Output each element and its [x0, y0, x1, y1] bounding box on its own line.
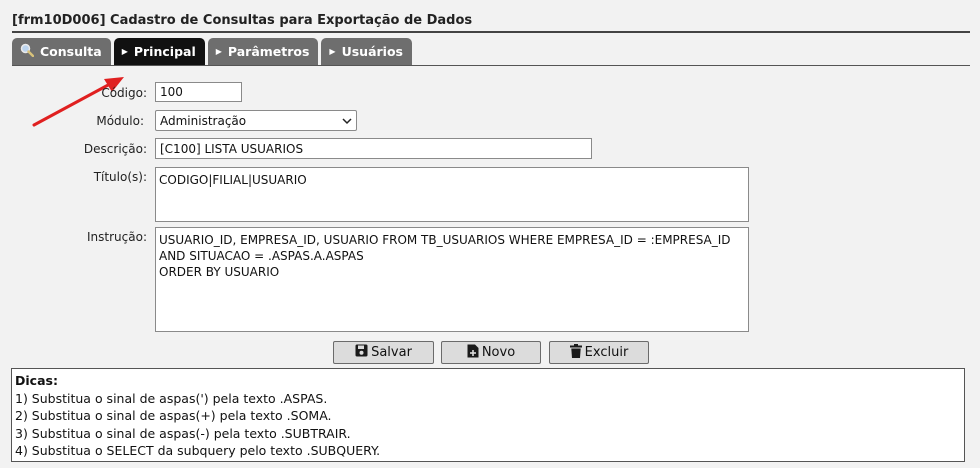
descricao-input[interactable]	[155, 138, 592, 159]
tips-panel: Dicas: 1) Substitua o sinal de aspas(') …	[11, 368, 965, 462]
tip-line: 4) Substitua o SELECT da subquery pelo t…	[15, 443, 381, 458]
trash-icon	[569, 343, 582, 362]
tips-heading: Dicas:	[15, 373, 58, 388]
novo-label: Novo	[481, 345, 516, 360]
tab-label: Principal	[133, 44, 196, 59]
tab-principal[interactable]: ▶ Principal	[113, 38, 205, 65]
floppy-disk-icon	[355, 344, 368, 361]
tab-label: Usuários	[341, 44, 403, 59]
tab-label: Parâmetros	[227, 44, 310, 59]
instrucao-textarea[interactable]: USUARIO_ID, EMPRESA_ID, USUARIO FROM TB_…	[155, 227, 749, 332]
new-file-icon	[467, 344, 479, 362]
titulos-label: Título(s):	[93, 170, 147, 184]
codigo-input[interactable]	[155, 82, 242, 102]
window-title: [frm10D006] Cadastro de Consultas para E…	[12, 13, 473, 28]
modulo-select[interactable]: Administração	[155, 110, 357, 131]
chevron-right-icon: ▶	[215, 46, 222, 56]
salvar-label: Salvar	[371, 345, 412, 360]
tab-divider	[12, 65, 970, 66]
novo-button[interactable]: Novo	[441, 341, 541, 364]
instrucao-label: Instrução:	[87, 230, 147, 244]
excluir-button[interactable]: Excluir	[549, 341, 649, 364]
modulo-selected-value: Administração	[160, 113, 247, 128]
excluir-label: Excluir	[584, 345, 629, 360]
tip-line: 1) Substitua o sinal de aspas(') pela te…	[15, 390, 328, 406]
title-divider	[12, 31, 970, 33]
tab-usuarios[interactable]: ▶ Usuários	[321, 38, 412, 65]
chevron-right-icon: ▶	[329, 46, 336, 56]
chevron-right-icon: ▶	[121, 46, 128, 56]
descricao-label: Descrição:	[83, 142, 147, 156]
tip-line: 2) Substitua o sinal de aspas(+) pela te…	[15, 408, 332, 423]
salvar-button[interactable]: Salvar	[333, 341, 434, 364]
modulo-label: Módulo:	[96, 114, 144, 128]
tip-line: 3) Substitua o sinal de aspas(-) pela te…	[15, 425, 351, 441]
titulos-textarea[interactable]: CODIGO|FILIAL|USUARIO	[155, 167, 749, 222]
tab-parametros[interactable]: ▶ Parâmetros	[207, 38, 319, 65]
codigo-label: Código:	[101, 86, 147, 100]
chevron-down-icon	[342, 114, 352, 128]
tab-bar: Consulta ▶ Principal ▶ Parâmetros ▶ Usuá…	[12, 38, 412, 66]
tab-label: Consulta	[40, 44, 102, 59]
tab-consulta[interactable]: Consulta	[12, 38, 111, 65]
magnifier-icon	[20, 43, 35, 60]
